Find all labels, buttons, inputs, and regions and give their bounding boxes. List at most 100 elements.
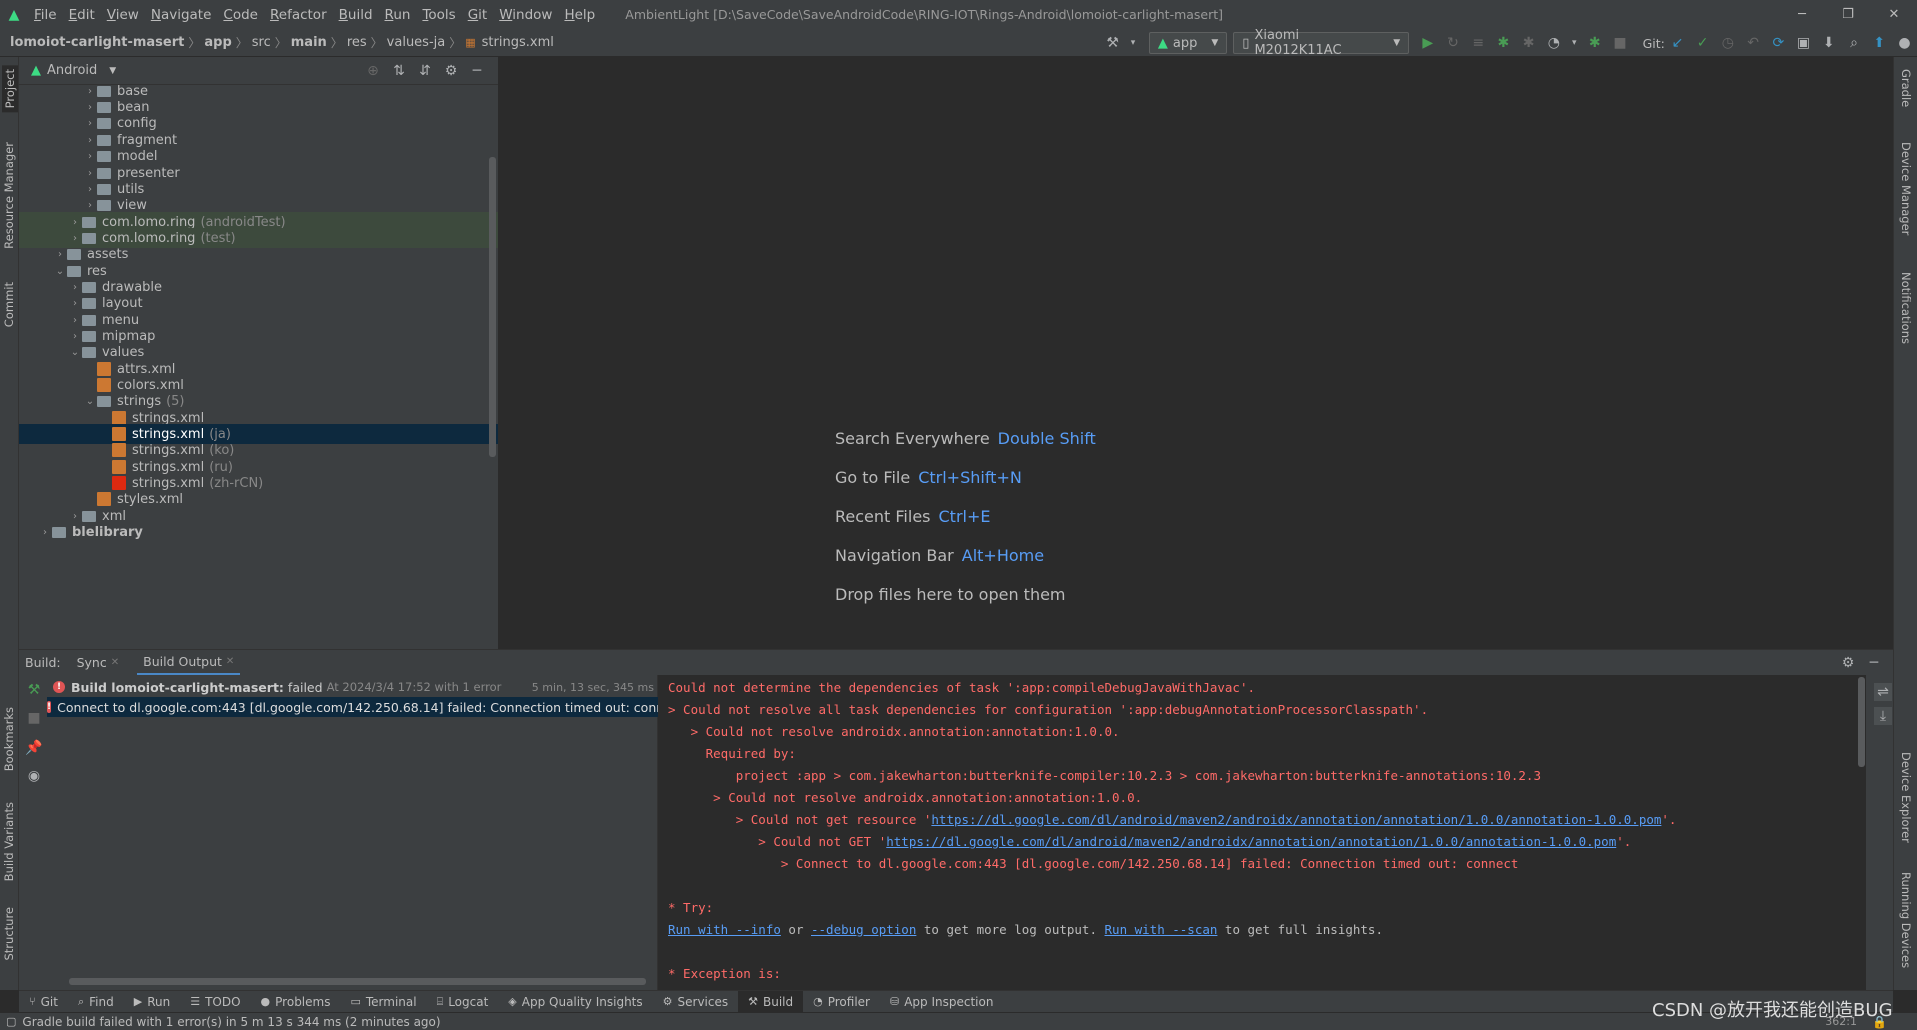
chevron-icon[interactable]: ›	[68, 217, 82, 228]
sdk-manager-icon[interactable]: ⬇	[1820, 34, 1837, 52]
commit-tool-tab[interactable]: Commit	[2, 282, 16, 327]
menu-code[interactable]: Code	[217, 7, 264, 23]
build-output-console[interactable]: Could not determine the dependencies of …	[658, 675, 1866, 990]
bookmarks-tool-tab[interactable]: Bookmarks	[2, 707, 16, 771]
breadcrumb-item[interactable]: app	[200, 35, 235, 50]
tool-tab-run[interactable]: ▶ Run	[124, 991, 180, 1013]
structure-tool-tab[interactable]: Structure	[2, 907, 16, 961]
chevron-icon[interactable]: ›	[68, 331, 82, 342]
attach-process-icon[interactable]: ✱	[1586, 34, 1603, 52]
tool-tab-terminal[interactable]: ▭ Terminal	[340, 991, 426, 1013]
collapse-all-icon[interactable]: ⇵	[416, 62, 434, 80]
chevron-icon[interactable]: ›	[83, 135, 97, 146]
tool-tab-services[interactable]: ⚙ Services	[653, 991, 738, 1013]
chevron-icon[interactable]: ›	[68, 282, 82, 293]
run-config-select[interactable]: ▲ app ▼	[1148, 32, 1228, 54]
chevron-icon[interactable]: ›	[83, 118, 97, 129]
menu-view[interactable]: View	[101, 7, 145, 23]
tool-tab-problems[interactable]: ● Problems	[251, 991, 341, 1013]
chevron-icon[interactable]: ›	[83, 151, 97, 162]
debug-icon[interactable]: ✱	[1495, 34, 1512, 52]
menu-run[interactable]: Run	[379, 7, 417, 23]
gradle-tool-tab[interactable]: Gradle	[1899, 69, 1913, 107]
horizontal-scrollbar[interactable]	[69, 978, 646, 985]
chevron-icon[interactable]: ›	[83, 168, 97, 179]
tab-sync[interactable]: Sync ✕	[77, 655, 120, 670]
locate-icon[interactable]: ⊕	[364, 62, 382, 80]
tool-tab-app-quality-insights[interactable]: ◈ App Quality Insights	[498, 991, 652, 1013]
breadcrumb-item[interactable]: values-ja	[383, 35, 450, 50]
menu-file[interactable]: File	[28, 7, 63, 23]
stop-icon[interactable]: ■	[25, 709, 43, 727]
chevron-icon[interactable]: ›	[83, 102, 97, 113]
tool-tab-git[interactable]: ⑂ Git	[19, 991, 68, 1013]
close-icon[interactable]: ✕	[226, 656, 234, 667]
device-manager-tool-tab[interactable]: Device Manager	[1899, 142, 1913, 235]
status-toggle-icon[interactable]: ▢	[6, 1015, 16, 1028]
chevron-icon[interactable]: ›	[38, 527, 52, 538]
rerun-icon[interactable]: ↻	[1444, 34, 1461, 52]
editor-empty-area[interactable]: Search Everywhere Double Shift Go to File C…	[498, 57, 1893, 649]
chevron-icon[interactable]: ›	[83, 200, 97, 211]
console-scrollbar[interactable]	[1858, 677, 1865, 767]
build-root-item[interactable]: ! Build lomoiot-carlight-masert: failed …	[47, 677, 658, 697]
sync-gradle-icon[interactable]: ⟳	[1770, 34, 1787, 52]
chevron-icon[interactable]: ›	[68, 315, 82, 326]
build-variants-tool-tab[interactable]: Build Variants	[2, 802, 16, 881]
breadcrumb-item[interactable]: res	[343, 35, 371, 50]
run-icon[interactable]: ▶	[1419, 34, 1436, 52]
expand-all-icon[interactable]: ⇅	[390, 62, 408, 80]
chevron-down-icon[interactable]: ▾	[1129, 34, 1137, 52]
chevron-icon[interactable]: ›	[68, 511, 82, 522]
console-link[interactable]: Run with --scan	[1105, 922, 1218, 937]
menu-help[interactable]: Help	[558, 7, 601, 23]
chevron-icon[interactable]: ›	[68, 298, 82, 309]
minimize-button[interactable]: ─	[1779, 7, 1825, 22]
menu-git[interactable]: Git	[462, 7, 494, 23]
hide-icon[interactable]: ─	[1865, 654, 1883, 672]
profile-icon[interactable]: ◔	[1545, 34, 1562, 52]
status-message[interactable]: Gradle build failed with 1 error(s) in 5…	[22, 1015, 440, 1029]
tool-tab-build[interactable]: ⚒ Build	[738, 990, 804, 1013]
tool-tab-app-inspection[interactable]: ⛁ App Inspection	[880, 991, 1003, 1013]
chevron-icon[interactable]: ›	[68, 233, 82, 244]
git-history-icon[interactable]: ◷	[1719, 34, 1736, 52]
running-devices-tool-tab[interactable]: Running Devices	[1899, 872, 1913, 968]
chevron-down-icon[interactable]: ▼	[109, 66, 116, 76]
git-update-icon[interactable]: ↙	[1669, 34, 1686, 52]
tab-build-output[interactable]: Build Output ✕	[137, 650, 241, 676]
soft-wrap-icon[interactable]: ⇌	[1874, 683, 1892, 701]
device-manager-icon[interactable]: ▣	[1795, 34, 1812, 52]
project-view-select[interactable]: Android	[47, 63, 97, 78]
chevron-icon[interactable]: ⌄	[83, 396, 97, 407]
tool-tab-logcat[interactable]: ⌸ Logcat	[427, 991, 499, 1013]
menu-edit[interactable]: Edit	[63, 7, 101, 23]
breadcrumb-item[interactable]: main	[287, 35, 331, 50]
hide-icon[interactable]: ─	[468, 62, 486, 80]
account-icon[interactable]: ●	[1896, 34, 1913, 52]
chevron-icon[interactable]: ⌄	[68, 347, 82, 358]
stop-icon[interactable]: ■	[1611, 34, 1628, 52]
chevron-icon[interactable]: ›	[53, 249, 67, 260]
tool-tab-profiler[interactable]: ◔ Profiler	[803, 991, 880, 1013]
gear-icon[interactable]: ⚙	[442, 62, 460, 80]
notifications-tool-tab[interactable]: Notifications	[1899, 272, 1913, 344]
breadcrumb-item[interactable]: src	[248, 35, 275, 50]
menu-build[interactable]: Build	[333, 7, 379, 23]
scroll-to-end-icon[interactable]: ⤓	[1874, 707, 1892, 725]
chevron-down-icon[interactable]: ▾	[1570, 34, 1578, 52]
device-explorer-tool-tab[interactable]: Device Explorer	[1899, 752, 1913, 843]
resource-manager-tool-tab[interactable]: Resource Manager	[2, 142, 16, 249]
tool-tab-todo[interactable]: ☰ TODO	[180, 991, 250, 1013]
menu-window[interactable]: Window	[493, 7, 558, 23]
breadcrumb-item[interactable]: strings.xml	[478, 35, 558, 50]
breadcrumb-item[interactable]: lomoiot-carlight-masert	[6, 35, 188, 50]
eye-icon[interactable]: ◉	[25, 767, 43, 785]
tree-item[interactable]: › blelibrary	[19, 522, 498, 542]
git-commit-icon[interactable]: ✓	[1694, 34, 1711, 52]
git-rollback-icon[interactable]: ↶	[1745, 34, 1762, 52]
close-button[interactable]: ✕	[1871, 7, 1917, 22]
console-link[interactable]: https://dl.google.com/dl/android/maven2/…	[931, 812, 1661, 827]
build-child-item[interactable]: ! Connect to dl.google.com:443 [dl.googl…	[47, 697, 658, 717]
rebuild-icon[interactable]: ⚒	[25, 681, 43, 699]
